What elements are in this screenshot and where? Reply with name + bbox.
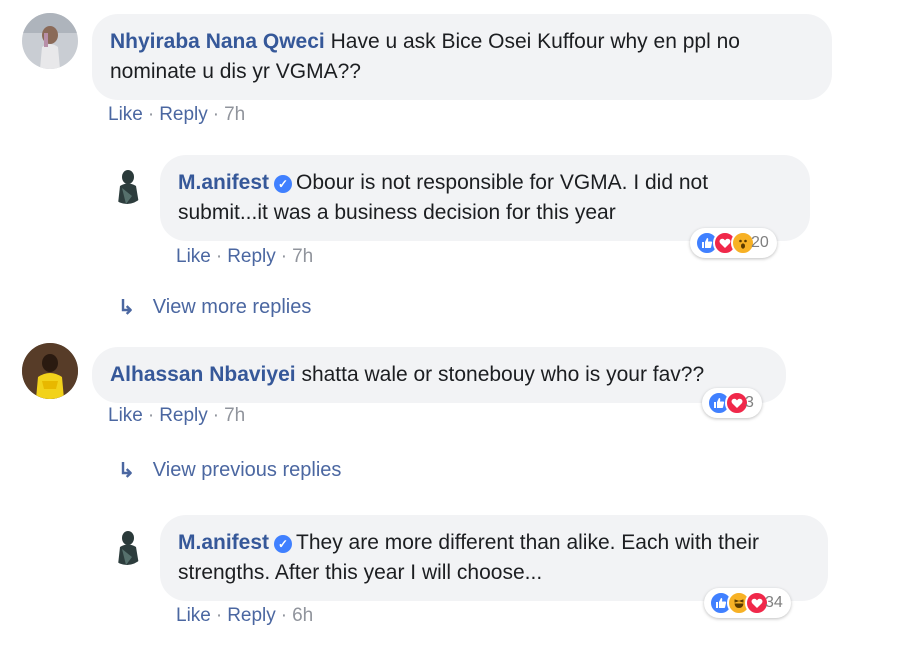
separator: · [280, 605, 288, 626]
reaction-count: 34 [765, 594, 783, 611]
comment-actions: Like · Reply · 7h [176, 246, 313, 268]
reaction-count: 3 [745, 394, 754, 411]
reactions-summary[interactable]: 3 [702, 388, 762, 418]
reactions-summary[interactable]: 20 [690, 228, 777, 258]
reply-button[interactable]: Reply [159, 104, 208, 125]
comment-text: shatta wale or stonebouy who is your fav… [301, 363, 705, 386]
comment-author[interactable]: Alhassan Nbaviyei [110, 363, 296, 386]
separator: · [212, 405, 220, 426]
separator: · [147, 405, 155, 426]
reply-button[interactable]: Reply [159, 405, 208, 426]
view-previous-replies-label: View previous replies [152, 459, 342, 481]
avatar[interactable] [108, 527, 146, 565]
timestamp[interactable]: 7h [224, 405, 245, 426]
comment-actions: Like · Reply · 6h [176, 605, 313, 627]
avatar[interactable] [22, 13, 78, 69]
verified-badge-icon: ✓ [274, 535, 293, 553]
reply-arrow-icon: ↳ [118, 460, 135, 482]
comment-author[interactable]: M.anifest [178, 531, 269, 554]
separator: · [215, 605, 223, 626]
comment-author[interactable]: Nhyiraba Nana Qweci [110, 30, 325, 53]
reactions-summary[interactable]: 34 [704, 588, 791, 618]
avatar[interactable] [22, 343, 78, 399]
verified-badge-icon: ✓ [274, 175, 293, 193]
reply-arrow-icon: ↳ [118, 297, 135, 319]
timestamp[interactable]: 7h [224, 104, 245, 125]
separator: · [215, 246, 223, 267]
separator: · [147, 104, 155, 125]
reaction-count: 20 [751, 234, 769, 251]
separator: · [280, 246, 288, 267]
like-button[interactable]: Like [176, 605, 211, 626]
view-more-replies-link[interactable]: ↳ View more replies [118, 295, 311, 320]
comment-bubble: Nhyiraba Nana Qweci Have u ask Bice Osei… [92, 14, 832, 100]
avatar[interactable] [108, 166, 146, 204]
comment-actions: Like · Reply · 7h [108, 104, 245, 126]
reply-button[interactable]: Reply [227, 605, 276, 626]
like-button[interactable]: Like [108, 405, 143, 426]
comment-author[interactable]: M.anifest [178, 171, 269, 194]
timestamp[interactable]: 7h [292, 246, 313, 267]
like-button[interactable]: Like [176, 246, 211, 267]
reply-button[interactable]: Reply [227, 246, 276, 267]
comment-bubble: Alhassan Nbaviyei shatta wale or stonebo… [92, 347, 786, 403]
separator: · [212, 104, 220, 125]
like-button[interactable]: Like [108, 104, 143, 125]
timestamp[interactable]: 6h [292, 605, 313, 626]
view-previous-replies-link[interactable]: ↳ View previous replies [118, 458, 341, 483]
comment-actions: Like · Reply · 7h [108, 405, 245, 427]
view-more-replies-label: View more replies [152, 296, 312, 318]
